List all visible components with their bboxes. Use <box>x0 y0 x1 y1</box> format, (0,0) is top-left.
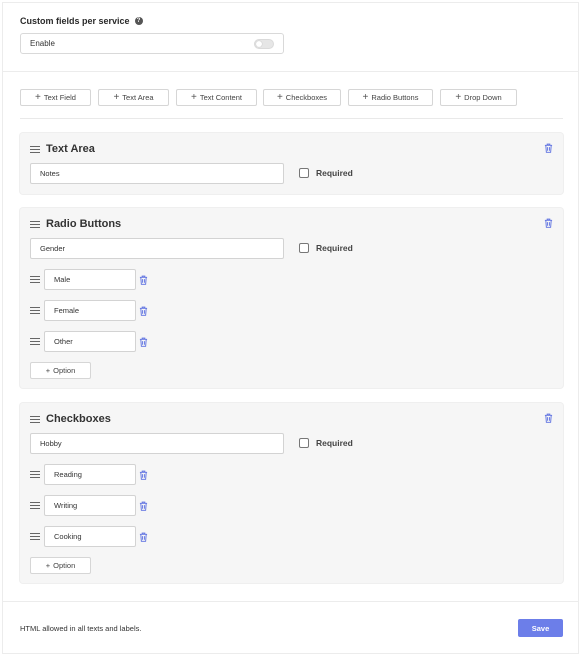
trash-icon[interactable] <box>139 501 148 511</box>
trash-icon[interactable] <box>139 306 148 316</box>
drag-handle-icon[interactable] <box>30 415 40 423</box>
option-row: Female <box>30 300 148 321</box>
save-button[interactable]: Save <box>518 619 563 637</box>
add-drop-down-button[interactable]: + Drop Down <box>440 89 517 106</box>
trash-icon[interactable] <box>544 218 553 228</box>
divider <box>20 118 563 119</box>
plus-icon: + <box>45 561 51 570</box>
trash-icon[interactable] <box>139 470 148 480</box>
plus-icon: + <box>191 91 197 103</box>
field-label-input[interactable]: Notes <box>30 163 284 184</box>
trash-icon[interactable] <box>139 337 148 347</box>
field-card-text-area: Text Area Notes Required <box>20 133 563 194</box>
option-row: Cooking <box>30 526 148 547</box>
field-label-input[interactable]: Gender <box>30 238 284 259</box>
divider <box>3 71 578 72</box>
option-row: Writing <box>30 495 148 516</box>
add-option-button[interactable]: + Option <box>30 362 91 379</box>
html-allowed-note: HTML allowed in all texts and labels. <box>20 624 142 633</box>
plus-icon: + <box>35 91 41 103</box>
option-input[interactable]: Reading <box>44 464 136 485</box>
option-input[interactable]: Male <box>44 269 136 290</box>
trash-icon[interactable] <box>139 275 148 285</box>
field-card-radio-buttons: Radio Buttons Gender Required Male Femal… <box>20 208 563 388</box>
field-title: Checkboxes <box>46 413 111 425</box>
trash-icon[interactable] <box>139 532 148 542</box>
add-radio-buttons-button[interactable]: + Radio Buttons <box>348 89 433 106</box>
drag-handle-icon[interactable] <box>30 276 40 283</box>
question-circle-icon[interactable]: ? <box>134 17 143 25</box>
checkbox[interactable] <box>299 168 309 178</box>
option-input[interactable]: Female <box>44 300 136 321</box>
option-row: Other <box>30 331 148 352</box>
enable-setting: Enable <box>20 33 284 54</box>
drag-handle-icon[interactable] <box>30 502 40 509</box>
required-checkbox[interactable]: Required <box>299 168 353 178</box>
add-text-area-button[interactable]: + Text Area <box>98 89 169 106</box>
field-title: Radio Buttons <box>46 218 122 230</box>
enable-label: Enable <box>30 39 55 48</box>
plus-icon: + <box>455 91 462 103</box>
add-text-content-button[interactable]: + Text Content <box>176 89 257 106</box>
plus-icon: + <box>45 366 51 375</box>
option-input[interactable]: Cooking <box>44 526 136 547</box>
required-checkbox[interactable]: Required <box>299 438 353 448</box>
drag-handle-icon[interactable] <box>30 220 40 228</box>
checkbox[interactable] <box>299 438 309 448</box>
add-text-field-button[interactable]: + Text Field <box>20 89 91 106</box>
field-label-input[interactable]: Hobby <box>30 433 284 454</box>
required-checkbox[interactable]: Required <box>299 243 353 253</box>
drag-handle-icon[interactable] <box>30 471 40 478</box>
divider <box>3 601 578 602</box>
option-input[interactable]: Writing <box>44 495 136 516</box>
option-input[interactable]: Other <box>44 331 136 352</box>
drag-handle-icon[interactable] <box>30 145 40 153</box>
section-title: Custom fields per service <box>20 16 130 26</box>
plus-icon: + <box>113 91 120 103</box>
drag-handle-icon[interactable] <box>30 338 40 345</box>
plus-icon: + <box>362 91 369 103</box>
trash-icon[interactable] <box>544 413 553 423</box>
trash-icon[interactable] <box>544 143 553 153</box>
add-checkboxes-button[interactable]: + Checkboxes <box>263 89 341 106</box>
enable-toggle[interactable] <box>254 39 274 49</box>
drag-handle-icon[interactable] <box>30 307 40 314</box>
drag-handle-icon[interactable] <box>30 533 40 540</box>
section-header: Custom fields per service ? <box>20 16 143 26</box>
field-card-checkboxes: Checkboxes Hobby Required Reading Writin… <box>20 403 563 583</box>
option-row: Male <box>30 269 148 290</box>
checkbox[interactable] <box>299 243 309 253</box>
option-row: Reading <box>30 464 148 485</box>
plus-icon: + <box>276 91 283 103</box>
field-title: Text Area <box>46 143 95 155</box>
add-option-button[interactable]: + Option <box>30 557 91 574</box>
